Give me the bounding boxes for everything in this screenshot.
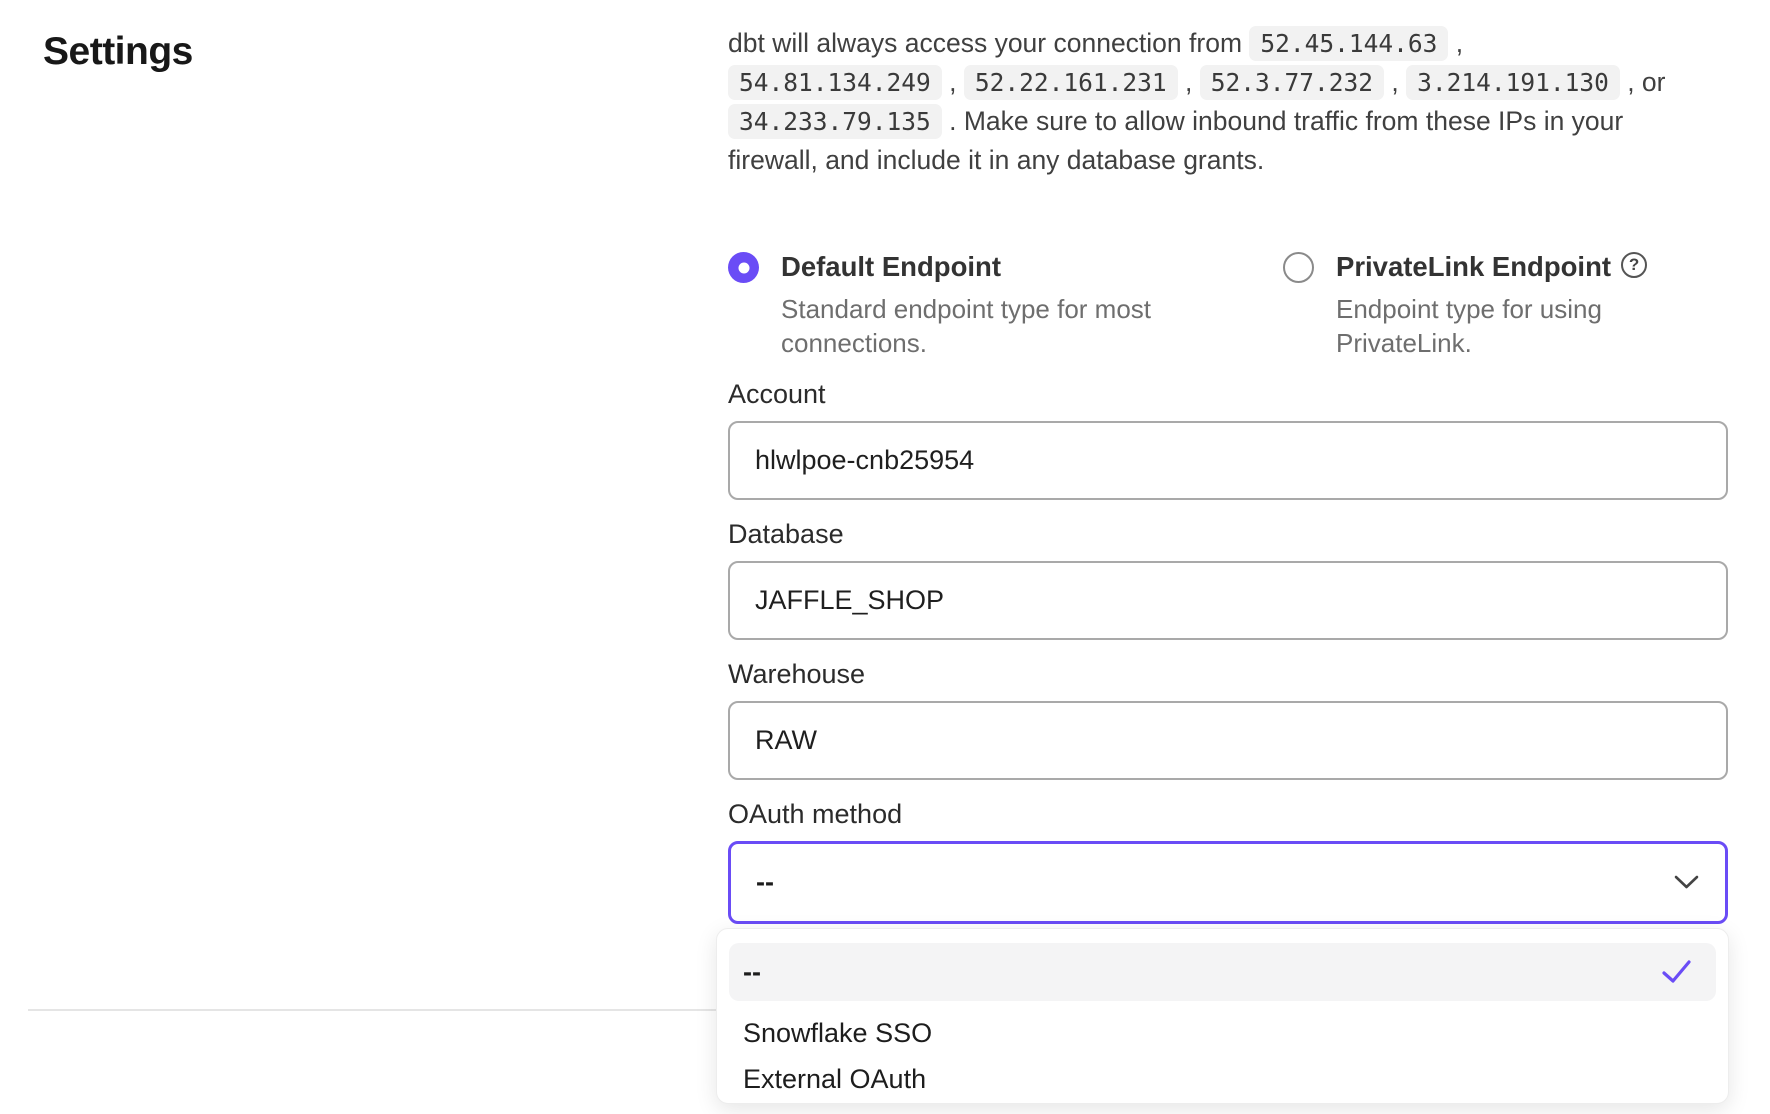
dropdown-option-external-oauth[interactable]: External OAuth xyxy=(729,1057,1716,1101)
radio-option-label: Default Endpoint xyxy=(781,250,1001,283)
radio-option-text: PrivateLink Endpoint ? Endpoint type for… xyxy=(1336,250,1666,360)
warehouse-label: Warehouse xyxy=(728,659,1728,690)
radio-unselected-icon[interactable] xyxy=(1283,252,1314,283)
endpoint-type-group: Default Endpoint Standard endpoint type … xyxy=(728,250,1666,360)
oauth-method-dropdown: -- Snowflake SSO External OAuth xyxy=(716,928,1729,1104)
database-label: Database xyxy=(728,519,1728,550)
help-icon[interactable]: ? xyxy=(1621,252,1647,278)
oauth-method-value: -- xyxy=(756,867,774,898)
section-divider xyxy=(28,1009,742,1011)
radio-selected-icon[interactable] xyxy=(728,252,759,283)
database-input[interactable] xyxy=(728,561,1728,640)
warehouse-input[interactable] xyxy=(728,701,1728,780)
radio-option-text: Default Endpoint Standard endpoint type … xyxy=(781,250,1181,360)
ip-notice: dbt will always access your connection f… xyxy=(728,24,1738,180)
ip-address-chip: 52.45.144.63 xyxy=(1249,26,1448,61)
ip-address-chip: 52.3.77.232 xyxy=(1200,65,1384,100)
ip-address-chip: 54.81.134.249 xyxy=(728,65,942,100)
dropdown-option-label: Snowflake SSO xyxy=(743,1018,932,1049)
radio-option-default-endpoint[interactable]: Default Endpoint Standard endpoint type … xyxy=(728,250,1283,360)
radio-option-description: Standard endpoint type for most connecti… xyxy=(781,292,1181,360)
radio-option-privatelink-endpoint[interactable]: PrivateLink Endpoint ? Endpoint type for… xyxy=(1283,250,1666,360)
oauth-method-field-group: OAuth method -- xyxy=(728,799,1728,924)
ip-address-chip: 3.214.191.130 xyxy=(1406,65,1620,100)
radio-option-label: PrivateLink Endpoint xyxy=(1336,250,1611,283)
settings-page: Settings dbt will always access your con… xyxy=(0,0,1770,1114)
dropdown-option-label: External OAuth xyxy=(743,1064,926,1095)
account-field-group: Account xyxy=(728,379,1728,500)
dropdown-option-snowflake-sso[interactable]: Snowflake SSO xyxy=(729,1011,1716,1055)
page-title: Settings xyxy=(43,30,193,74)
ip-address-chip: 52.22.161.231 xyxy=(964,65,1178,100)
chevron-down-icon xyxy=(1673,874,1700,891)
dropdown-option-none[interactable]: -- xyxy=(729,943,1716,1001)
database-field-group: Database xyxy=(728,519,1728,640)
account-label: Account xyxy=(728,379,1728,410)
account-input[interactable] xyxy=(728,421,1728,500)
oauth-method-label: OAuth method xyxy=(728,799,1728,830)
oauth-method-select[interactable]: -- xyxy=(728,841,1728,924)
warehouse-field-group: Warehouse xyxy=(728,659,1728,780)
radio-option-description: Endpoint type for using PrivateLink. xyxy=(1336,292,1666,360)
dropdown-option-label: -- xyxy=(743,957,761,988)
ip-address-chip: 34.233.79.135 xyxy=(728,104,942,139)
check-icon xyxy=(1661,959,1692,985)
